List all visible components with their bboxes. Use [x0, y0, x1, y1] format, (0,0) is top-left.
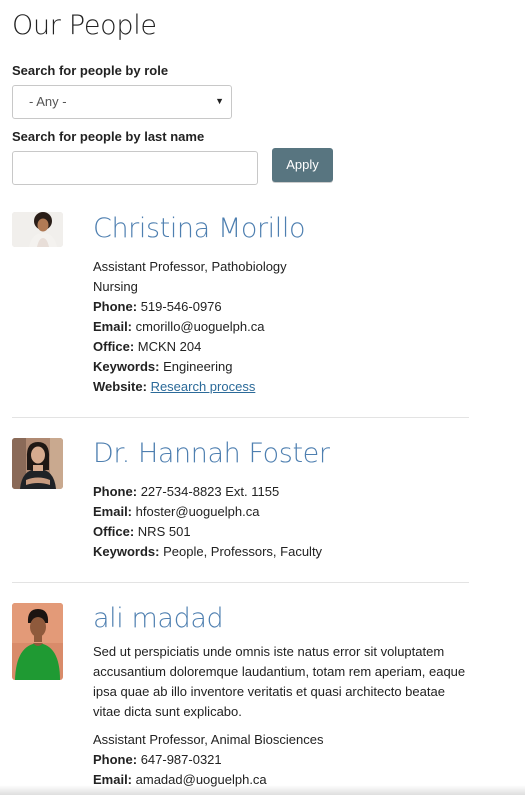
website-row: Website: Research process	[93, 377, 473, 397]
phone-label: Phone:	[93, 752, 138, 767]
keywords-value: People, Professors, Faculty	[163, 544, 323, 559]
phone-value: 227-534-8823 Ext. 1155	[140, 484, 280, 499]
email-label: Email:	[93, 319, 133, 334]
scroll-fade	[0, 785, 525, 795]
person-title: Assistant Professor, Pathobiology	[93, 259, 287, 274]
phone-row: Phone: 647-987-0321	[93, 750, 473, 770]
caret-down-icon: ▼	[215, 96, 224, 106]
email-value: cmorillo@uoguelph.ca	[135, 319, 265, 334]
office-row: Office: NRS 501	[93, 522, 473, 542]
website-link[interactable]: Research process	[151, 379, 256, 394]
person-details: Phone: 227-534-8823 Ext. 1155 Email: hfo…	[93, 482, 473, 562]
office-value: MCKN 204	[137, 339, 202, 354]
role-filter-label: Search for people by role	[12, 63, 169, 78]
keywords-value: Engineering	[163, 359, 233, 374]
office-value: NRS 501	[137, 524, 191, 539]
person-details: Assistant Professor, Pathobiology Nursin…	[93, 257, 473, 397]
person-name-link[interactable]: Christina Morillo	[93, 213, 306, 244]
person-name-link[interactable]: ali madad	[93, 603, 224, 634]
keywords-label: Keywords:	[93, 359, 160, 374]
office-row: Office: MCKN 204	[93, 337, 473, 357]
person-name-link[interactable]: Dr. Hannah Foster	[93, 438, 330, 469]
website-label: Website:	[93, 379, 147, 394]
role-select-value: - Any -	[29, 94, 67, 109]
email-row: Email: cmorillo@uoguelph.ca	[93, 317, 473, 337]
person-bio: Sed ut perspiciatis unde omnis iste natu…	[93, 644, 466, 719]
avatar[interactable]	[12, 212, 63, 247]
keywords-label: Keywords:	[93, 544, 160, 559]
keywords-row: Keywords: People, Professors, Faculty	[93, 542, 473, 562]
apply-button[interactable]: Apply	[272, 148, 333, 182]
phone-row: Phone: 227-534-8823 Ext. 1155	[93, 482, 473, 502]
office-label: Office:	[93, 524, 135, 539]
person-title: Assistant Professor, Animal Biosciences	[93, 732, 324, 747]
person-details: Sed ut perspiciatis unde omnis iste natu…	[93, 642, 473, 790]
avatar[interactable]	[12, 438, 63, 489]
page-title: Our People	[12, 10, 157, 41]
phone-value: 647-987-0321	[140, 752, 222, 767]
person-unit: Nursing	[93, 279, 138, 294]
role-select[interactable]: - Any - ▼	[12, 85, 232, 119]
divider	[12, 417, 469, 418]
divider	[12, 582, 469, 583]
lastname-filter-label: Search for people by last name	[12, 129, 205, 144]
phone-value: 519-546-0976	[140, 299, 222, 314]
office-label: Office:	[93, 339, 135, 354]
email-label: Email:	[93, 504, 133, 519]
keywords-row: Keywords: Engineering	[93, 357, 473, 377]
phone-label: Phone:	[93, 299, 138, 314]
phone-label: Phone:	[93, 484, 138, 499]
avatar[interactable]	[12, 603, 63, 680]
email-value: hfoster@uoguelph.ca	[135, 504, 260, 519]
lastname-input[interactable]	[12, 151, 258, 185]
email-row: Email: hfoster@uoguelph.ca	[93, 502, 473, 522]
phone-row: Phone: 519-546-0976	[93, 297, 473, 317]
